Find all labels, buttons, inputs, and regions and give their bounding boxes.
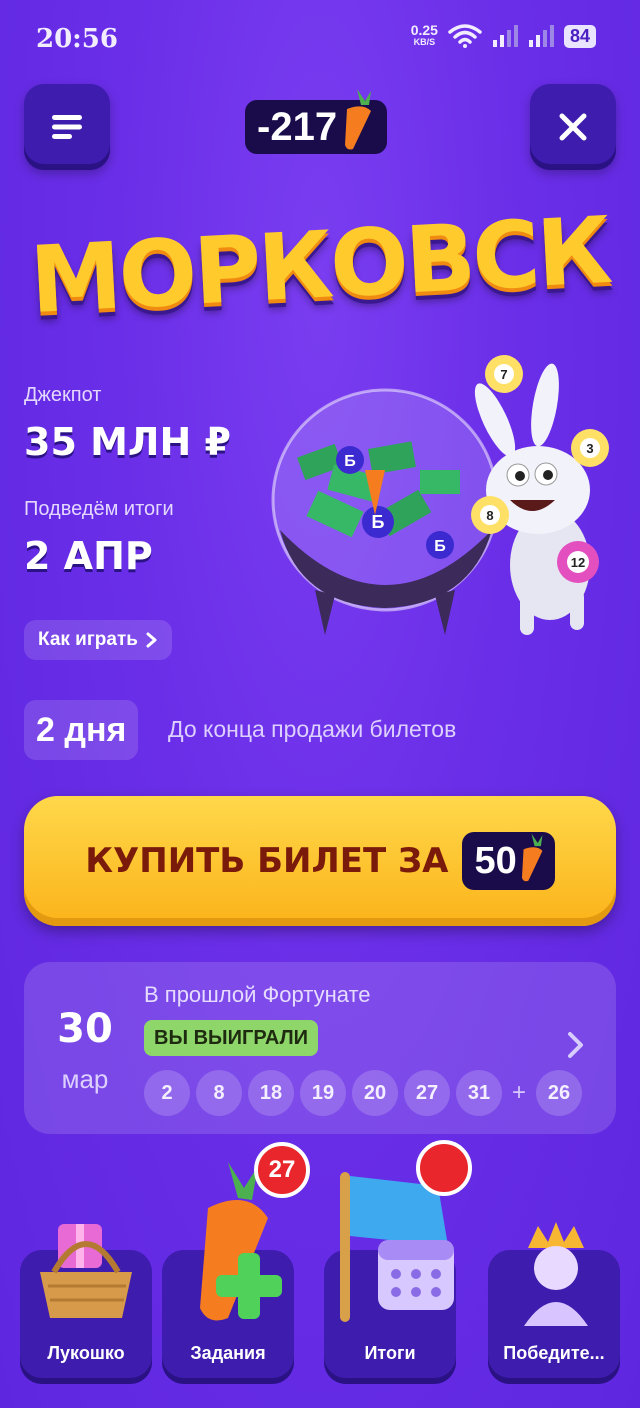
drawn-number: 20 bbox=[352, 1070, 398, 1116]
last-draw-title: В прошлой Фортунате bbox=[144, 982, 371, 1007]
tasks-count-badge: 27 bbox=[254, 1142, 310, 1198]
how-to-play-label: Как играть bbox=[38, 629, 138, 650]
carrot-icon bbox=[345, 89, 372, 150]
signal-icon bbox=[528, 25, 554, 47]
nav-winners[interactable]: Победите... bbox=[488, 1222, 620, 1384]
drawn-number: 31 bbox=[456, 1070, 502, 1116]
basket-icon bbox=[40, 1224, 132, 1318]
nav-tasks-label: Задания bbox=[190, 1343, 266, 1363]
carrot-balance[interactable]: -217 bbox=[245, 89, 388, 154]
drawn-number: 27 bbox=[404, 1070, 450, 1116]
nav-results[interactable]: Итоги bbox=[324, 1140, 472, 1384]
drawn-number: 19 bbox=[300, 1070, 346, 1116]
how-to-play-button[interactable]: Как играть bbox=[24, 620, 172, 660]
wifi-icon bbox=[448, 24, 482, 48]
close-button[interactable] bbox=[530, 84, 616, 170]
results-date-value: 2 АПР bbox=[24, 534, 153, 578]
lottery-globe-image: Б Б Б bbox=[271, 388, 499, 635]
nav-basket-label: Лукошко bbox=[47, 1343, 125, 1363]
jackpot-label: Джекпот bbox=[24, 384, 102, 406]
lottery-illustration: Б Б Б 7 3 8 12 bbox=[271, 355, 609, 635]
ball-8: 8 bbox=[486, 508, 493, 523]
plus-sign: + bbox=[511, 1079, 526, 1106]
days-left-text: До конца продажи билетов bbox=[168, 716, 457, 742]
results-date-label: Подведём итоги bbox=[24, 498, 174, 520]
drawn-number: 18 bbox=[248, 1070, 294, 1116]
ticket-price: 50 bbox=[462, 832, 555, 890]
network-speed: 0.25 KB/S bbox=[410, 22, 438, 47]
signal-icon bbox=[492, 25, 518, 47]
drawn-numbers: 2 8 18 19 20 27 31 + 26 bbox=[144, 1070, 582, 1116]
jackpot-value: 35 МЛН ₽ bbox=[24, 420, 231, 464]
menu-button[interactable] bbox=[24, 84, 110, 170]
drawn-number: 8 bbox=[196, 1070, 242, 1116]
chevron-right-icon[interactable] bbox=[566, 1030, 586, 1060]
balance-value: -217 bbox=[257, 104, 338, 149]
chevron-right-icon bbox=[146, 632, 157, 648]
ticket-price-value: 50 bbox=[474, 839, 517, 882]
last-draw-day: 30 bbox=[57, 1006, 113, 1052]
close-icon bbox=[559, 113, 587, 141]
battery-indicator: 84 bbox=[563, 24, 596, 48]
bonus-number: 26 bbox=[536, 1070, 582, 1116]
status-time: 20:56 bbox=[36, 24, 118, 54]
drawn-number: 2 bbox=[144, 1070, 190, 1116]
results-notification-dot bbox=[416, 1140, 472, 1196]
svg-text:Б: Б bbox=[434, 538, 446, 555]
svg-text:Б: Б bbox=[344, 453, 356, 470]
buy-ticket-button[interactable]: КУПИТЬ БИЛЕТ ЗА 50 bbox=[24, 796, 616, 926]
carrot-icon bbox=[521, 833, 543, 882]
nav-basket[interactable]: Лукошко bbox=[20, 1224, 152, 1384]
buy-ticket-label: КУПИТЬ БИЛЕТ ЗА bbox=[85, 841, 449, 881]
ball-12: 12 bbox=[571, 555, 585, 570]
ball-7: 7 bbox=[500, 367, 507, 382]
svg-text:Б: Б bbox=[372, 512, 385, 532]
last-draw-month: мар bbox=[61, 1064, 109, 1094]
win-status-badge: ВЫ ВЫИГРАЛИ bbox=[144, 1020, 318, 1056]
crowned-winner-icon bbox=[524, 1222, 588, 1326]
status-icons: 0.25 KB/S 84 bbox=[410, 22, 596, 48]
days-left-badge: 2 дня bbox=[24, 700, 139, 760]
nav-results-label: Итоги bbox=[364, 1343, 416, 1363]
game-logo: МОРКОВСК bbox=[27, 196, 613, 334]
ball-3: 3 bbox=[586, 441, 593, 456]
nav-tasks[interactable]: 27 Задания bbox=[162, 1142, 310, 1384]
menu-icon bbox=[52, 115, 82, 139]
nav-winners-label: Победите... bbox=[503, 1343, 605, 1363]
